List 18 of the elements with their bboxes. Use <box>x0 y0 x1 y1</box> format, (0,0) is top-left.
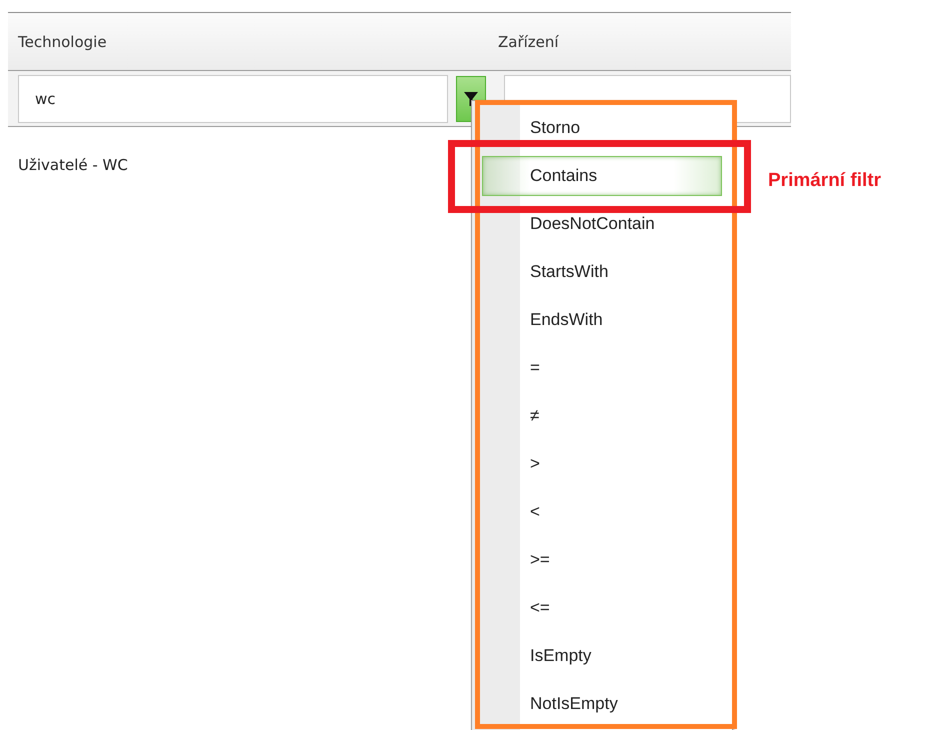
column-header[interactable]: Zařízení <box>490 32 791 50</box>
table-cell-text: Uživatelé - WC <box>17 156 129 174</box>
menu-item[interactable]: >= <box>482 548 722 572</box>
menu-item[interactable]: > <box>482 452 722 476</box>
menu-item[interactable]: NotIsEmpty <box>482 692 722 716</box>
menu-item[interactable]: DoesNotContain <box>482 212 722 236</box>
annotation-label: Primární filtr <box>768 170 881 192</box>
menu-item[interactable]: < <box>482 500 722 524</box>
menu-item[interactable]: = <box>482 356 722 380</box>
menu-item[interactable]: StartsWith <box>482 260 722 284</box>
column-header[interactable]: Technologie <box>8 32 490 50</box>
menu-item[interactable]: Storno <box>482 116 722 140</box>
menu-item[interactable]: ≠ <box>482 404 722 428</box>
menu-item[interactable]: Contains <box>482 156 722 196</box>
filter-field[interactable]: wc <box>18 74 448 122</box>
menu-item[interactable]: EndsWith <box>482 308 722 332</box>
menu-item[interactable]: IsEmpty <box>482 644 722 668</box>
menu-item[interactable]: <= <box>482 596 722 620</box>
